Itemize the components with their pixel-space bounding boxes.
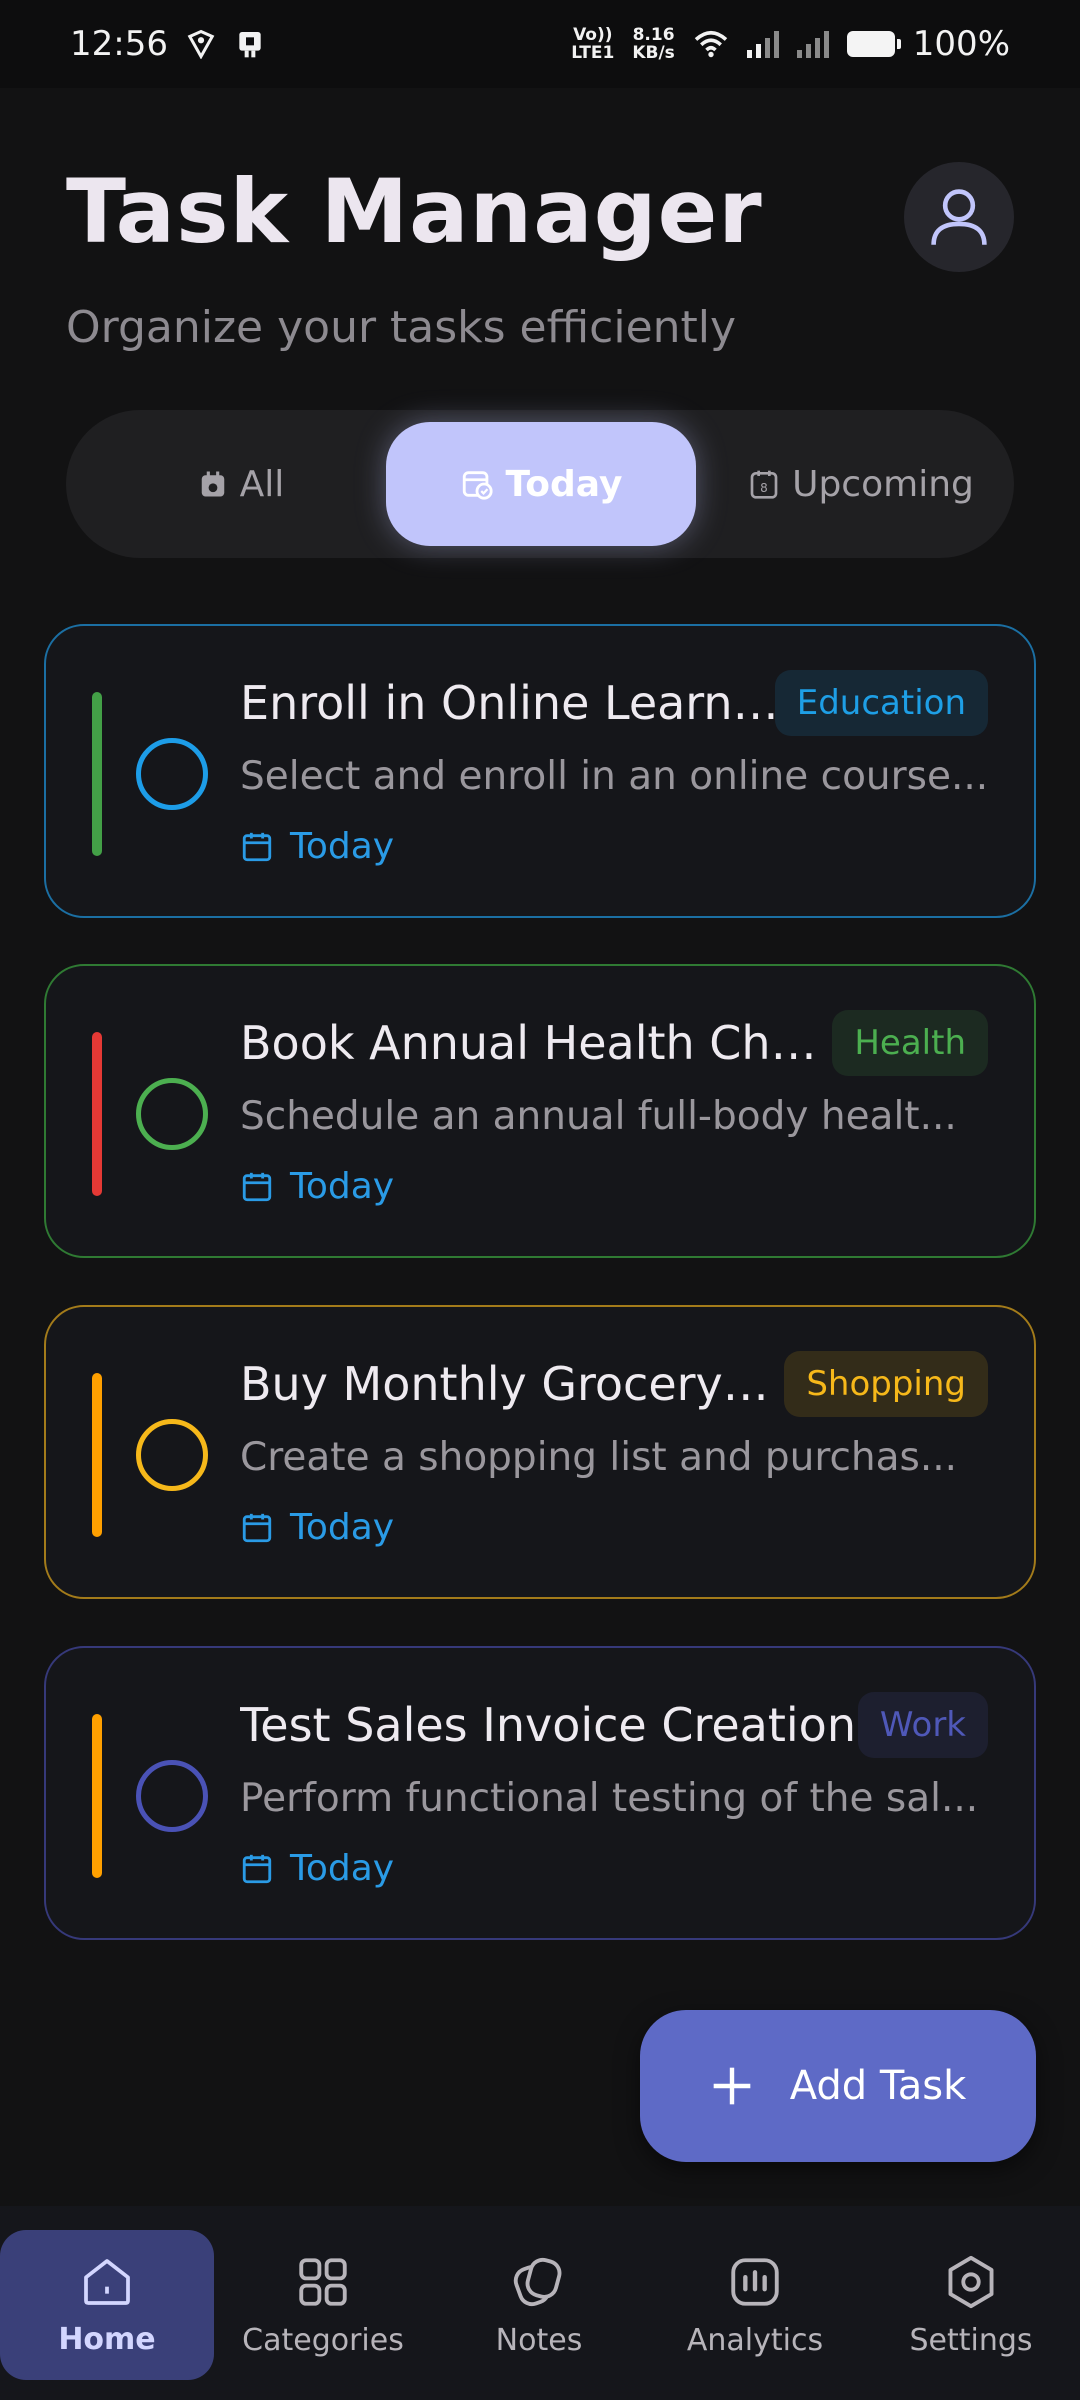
user-icon	[931, 189, 987, 245]
add-task-button[interactable]: Add Task	[640, 2010, 1036, 2162]
task-date-label: Today	[290, 1507, 395, 1548]
status-bar: 12:56 Vo)) LTE1 8.16 KB/s 100%	[0, 0, 1080, 88]
page-subtitle: Organize your tasks efficiently	[66, 302, 737, 353]
task-title: Buy Monthly Grocery E...	[240, 1357, 780, 1411]
task-title: Test Sales Invoice Creation	[240, 1698, 856, 1752]
tab-all-label: All	[239, 463, 285, 505]
calendar-icon	[242, 1513, 272, 1542]
battery-icon	[846, 31, 901, 57]
signal-icon	[746, 30, 779, 58]
priority-indicator	[92, 1373, 102, 1537]
calendar-check-icon	[462, 471, 493, 500]
category-badge: Health	[832, 1010, 988, 1076]
nav-categories-label: Categories	[242, 2322, 404, 2358]
calendar-icon	[242, 1172, 272, 1201]
nav-analytics-label: Analytics	[686, 2322, 824, 2358]
task-due-date: Today	[240, 1848, 394, 1889]
nav-categories[interactable]: Categories	[216, 2230, 430, 2380]
tab-all[interactable]: All	[126, 422, 356, 546]
app-screen: 12:56 Vo)) LTE1 8.16 KB/s 100% Task Mana…	[0, 0, 1080, 2400]
notes-icon	[513, 2257, 562, 2306]
task-description: Create a shopping list and purchas...	[240, 1435, 958, 1480]
tab-today-label: Today	[505, 463, 623, 505]
tab-upcoming-label: Upcoming	[792, 463, 974, 505]
calendar-lock-icon	[201, 471, 224, 497]
grid-icon	[299, 2257, 347, 2306]
priority-indicator	[92, 692, 102, 856]
tab-upcoming[interactable]: 8 Upcoming	[726, 422, 996, 546]
nav-notes[interactable]: Notes	[432, 2230, 646, 2380]
category-badge: Education	[774, 670, 988, 736]
notification-app-icon	[239, 32, 261, 58]
task-date-label: Today	[290, 1166, 395, 1207]
battery-percent: 100%	[912, 24, 1010, 64]
calendar-number-icon: 8	[750, 470, 778, 499]
calendar-icon	[242, 1854, 272, 1883]
task-due-date: Today	[240, 1166, 394, 1207]
network-type: Vo)) LTE1	[571, 25, 615, 63]
task-complete-checkbox[interactable]	[136, 1419, 208, 1491]
task-due-date: Today	[240, 826, 394, 867]
nav-home[interactable]: Home	[0, 2230, 214, 2380]
priority-indicator	[92, 1714, 102, 1878]
svg-text:8: 8	[760, 481, 768, 495]
home-icon	[84, 2258, 130, 2305]
category-badge: Work	[857, 1692, 988, 1758]
status-time: 12:56	[70, 24, 168, 64]
priority-indicator	[92, 1032, 102, 1196]
add-task-label: Add Task	[789, 2063, 967, 2109]
tab-today[interactable]: Today	[386, 422, 696, 546]
nav-settings[interactable]: Settings	[864, 2230, 1078, 2380]
wifi-icon	[694, 30, 728, 58]
task-card[interactable]: Enroll in Online Learnin... Education Se…	[44, 624, 1036, 918]
plus-icon	[713, 2067, 751, 2105]
nav-home-label: Home	[58, 2321, 156, 2357]
analytics-icon	[731, 2257, 779, 2306]
filter-tabs: All Today 8 Upcoming	[66, 410, 1014, 558]
nav-settings-label: Settings	[909, 2322, 1033, 2358]
task-description: Perform functional testing of the sal...	[240, 1776, 979, 1821]
task-card[interactable]: Buy Monthly Grocery E... Shopping Create…	[44, 1305, 1036, 1599]
calendar-icon	[242, 832, 272, 861]
network-speed: 8.16 KB/s	[632, 25, 675, 63]
task-title: Book Annual Health Che...	[240, 1016, 820, 1070]
task-card[interactable]: Test Sales Invoice Creation Work Perform…	[44, 1646, 1036, 1940]
task-description: Schedule an annual full-body healt...	[240, 1094, 957, 1139]
task-complete-checkbox[interactable]	[136, 1760, 208, 1832]
nav-analytics[interactable]: Analytics	[648, 2230, 862, 2380]
task-title: Enroll in Online Learnin...	[240, 676, 780, 730]
profile-button[interactable]	[904, 162, 1014, 272]
task-date-label: Today	[290, 1848, 395, 1889]
category-badge: Shopping	[784, 1351, 988, 1417]
settings-icon	[948, 2255, 994, 2308]
task-complete-checkbox[interactable]	[136, 1078, 208, 1150]
signal-sim2-icon	[796, 30, 829, 58]
task-card[interactable]: Book Annual Health Che... Health Schedul…	[44, 964, 1036, 1258]
task-due-date: Today	[240, 1507, 394, 1548]
page-title: Task Manager	[66, 160, 763, 263]
vpn-shield-icon	[187, 29, 215, 59]
bottom-navigation: Home Categories Notes Analytics Settings	[0, 2206, 1080, 2400]
task-complete-checkbox[interactable]	[136, 738, 208, 810]
nav-notes-label: Notes	[495, 2322, 583, 2358]
task-description: Select and enroll in an online course...	[240, 754, 989, 799]
task-date-label: Today	[290, 826, 395, 867]
